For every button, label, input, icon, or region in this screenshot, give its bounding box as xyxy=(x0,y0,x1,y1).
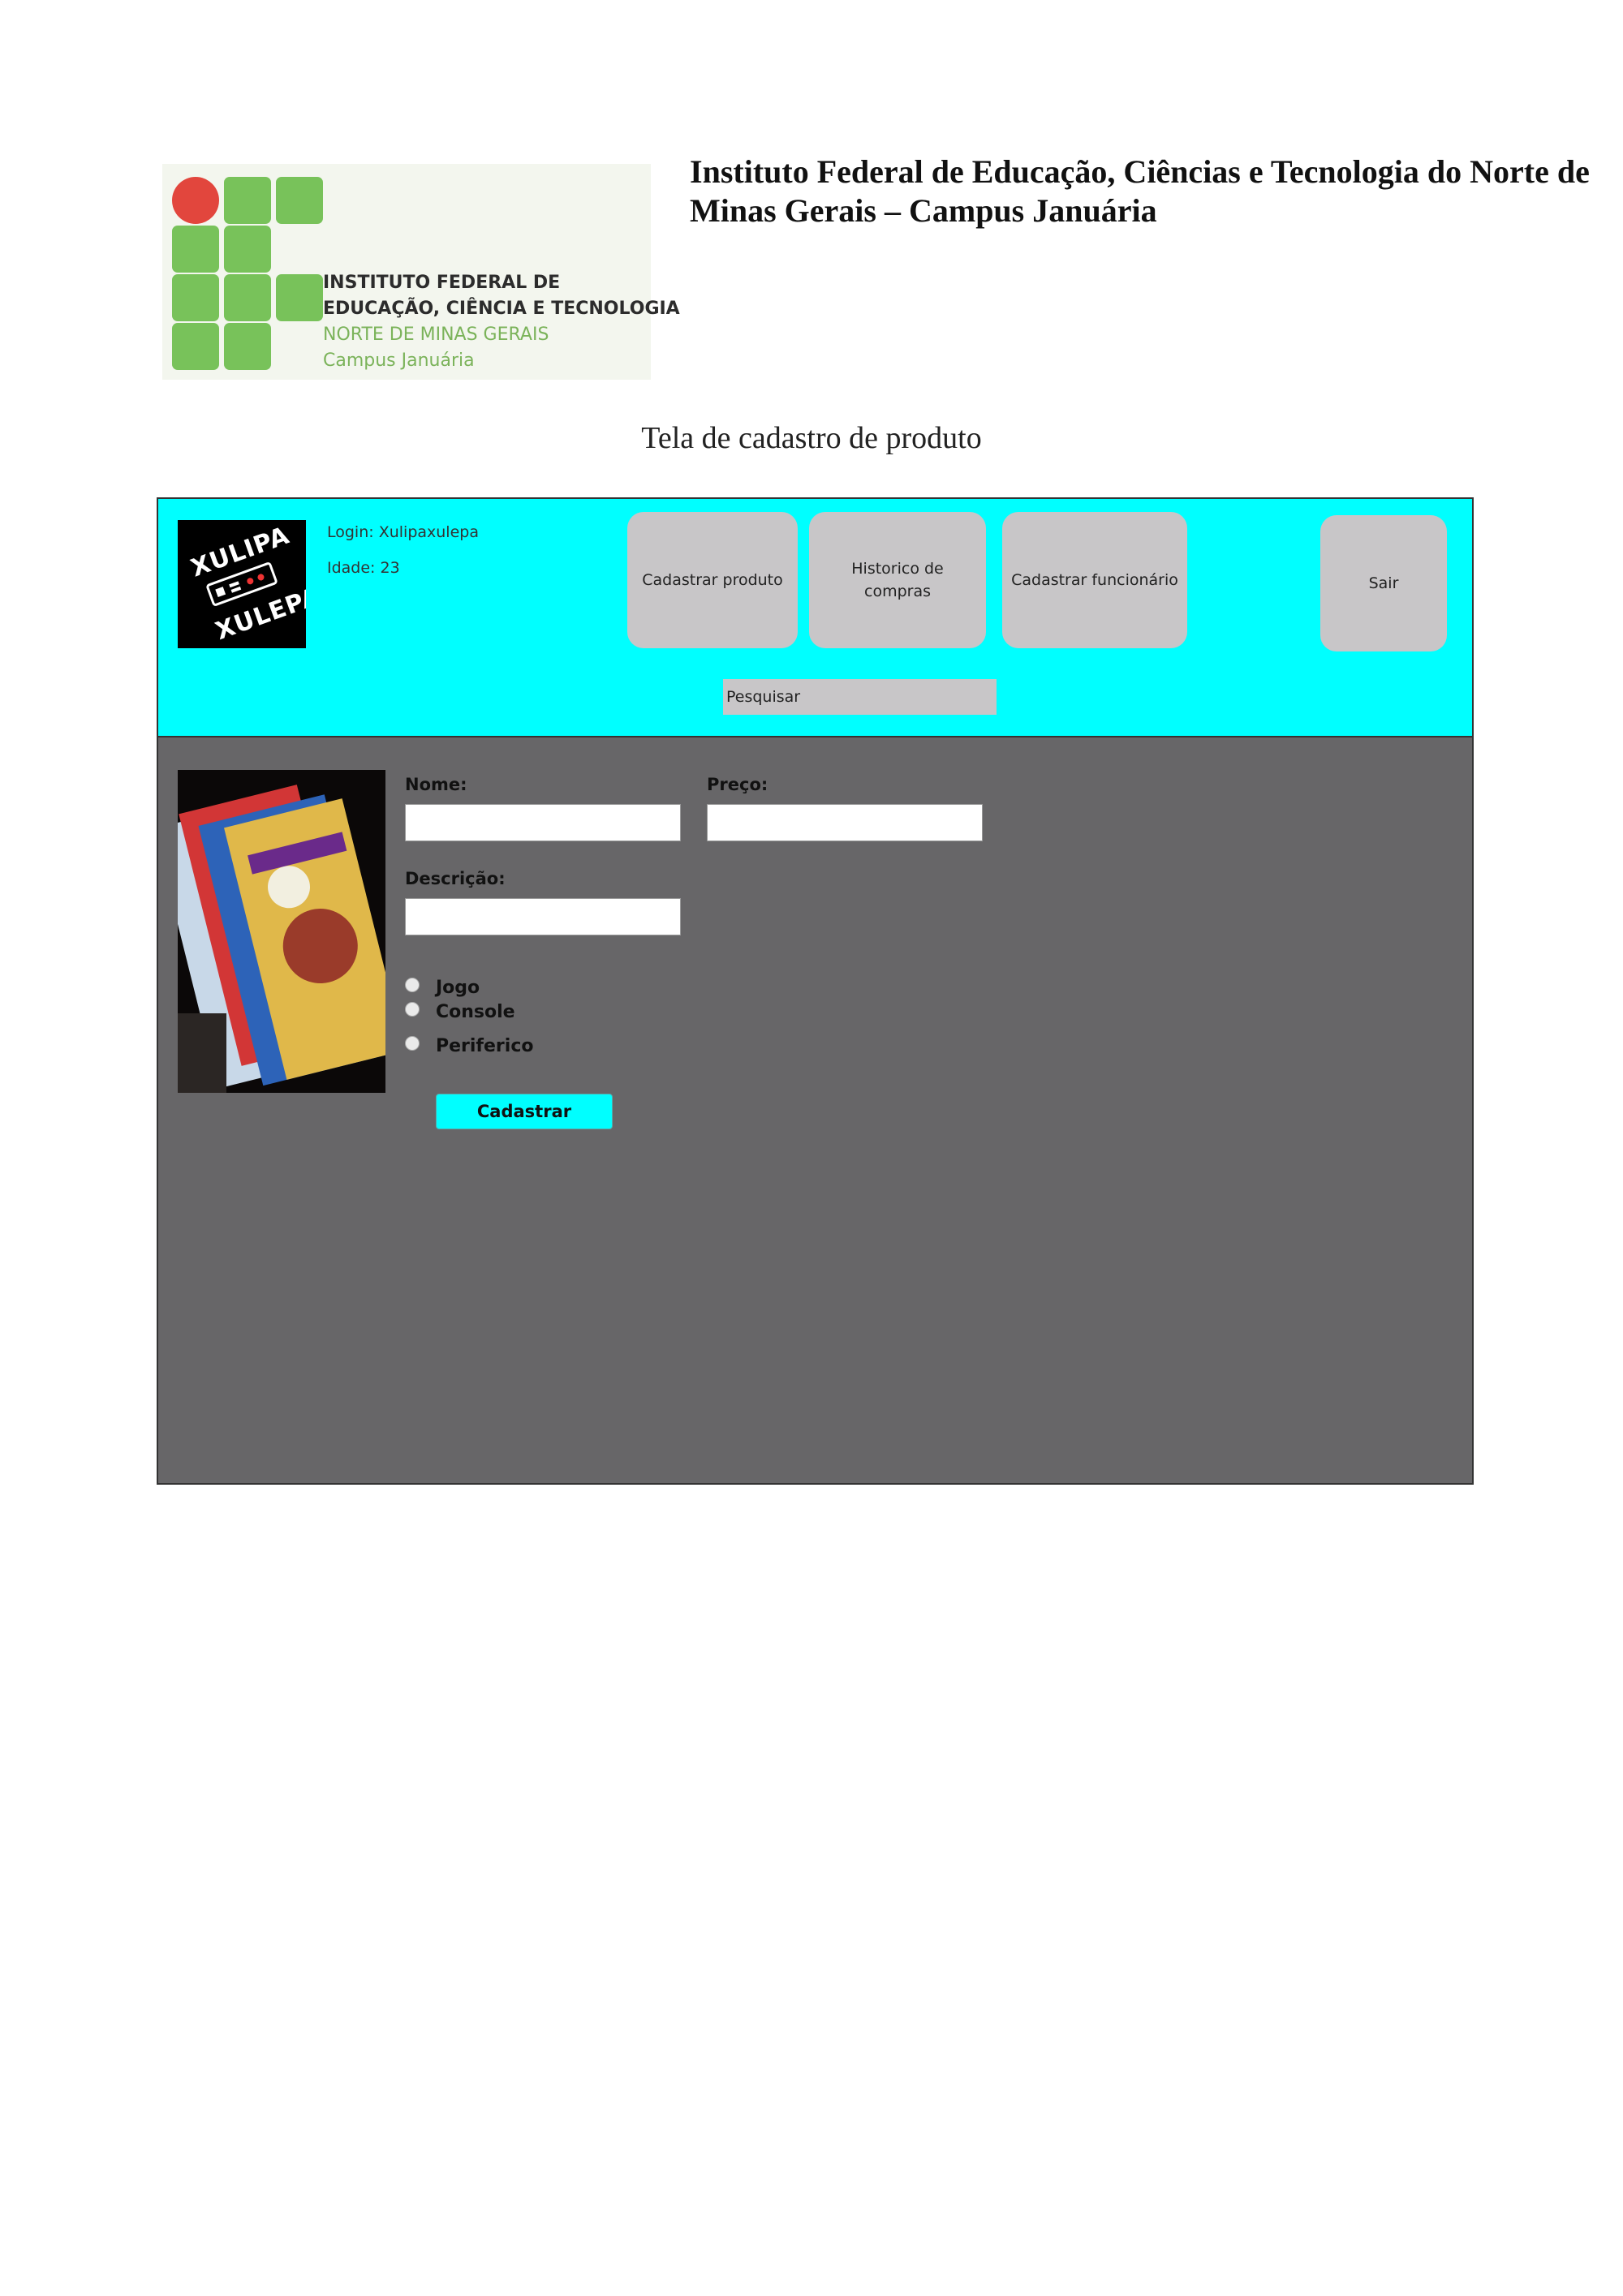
user-age: Idade: 23 xyxy=(327,559,400,577)
price-field[interactable] xyxy=(707,804,983,841)
logout-label: Sair xyxy=(1368,574,1399,592)
register-employee-button[interactable]: Cadastrar funcionário xyxy=(1002,512,1187,648)
logout-button[interactable]: Sair xyxy=(1320,515,1447,651)
app-header: XULIPA XULEPA Login: Xulipaxulepa Idade:… xyxy=(158,499,1472,737)
app-window: XULIPA XULEPA Login: Xulipaxulepa Idade:… xyxy=(157,497,1474,1485)
search-input[interactable] xyxy=(723,679,997,715)
logo-text-line4: Campus Januária xyxy=(323,350,475,371)
submit-label: Cadastrar xyxy=(476,1102,572,1121)
purchase-history-label-line1: Historico de xyxy=(851,560,944,578)
radio-console[interactable] xyxy=(405,1002,420,1017)
institution-logo: INSTITUTO FEDERAL DE EDUCAÇÃO, CIÊNCIA E… xyxy=(162,164,680,380)
logo-text-line2: EDUCAÇÃO, CIÊNCIA E TECNOLOGIA xyxy=(323,299,680,319)
user-login: Login: Xulipaxulepa xyxy=(327,523,479,541)
page-caption: Tela de cadastro de produto xyxy=(641,421,982,455)
institution-title: Instituto Federal de Educação, Ciências … xyxy=(690,153,1590,229)
register-product-label: Cadastrar produto xyxy=(642,571,783,589)
purchase-history-label-line2: compras xyxy=(864,583,931,600)
submit-button[interactable]: Cadastrar xyxy=(436,1094,613,1129)
logo-red-dot xyxy=(172,177,219,224)
brand-logo: XULIPA XULEPA xyxy=(178,520,306,648)
radio-label-periferico: Periferico xyxy=(436,1036,534,1056)
register-product-button[interactable]: Cadastrar produto xyxy=(627,512,798,648)
description-field[interactable] xyxy=(405,898,681,935)
radio-periferico[interactable] xyxy=(405,1036,420,1051)
name-label: Nome: xyxy=(405,775,467,794)
description-label: Descrição: xyxy=(405,869,506,888)
name-field[interactable] xyxy=(405,804,681,841)
logo-text-line3: NORTE DE MINAS GERAIS xyxy=(323,325,549,345)
purchase-history-button[interactable]: Historico de compras xyxy=(809,512,986,648)
radio-label-jogo: Jogo xyxy=(436,978,480,998)
radio-jogo[interactable] xyxy=(405,978,420,992)
product-image xyxy=(178,770,385,1093)
price-label: Preço: xyxy=(707,775,768,794)
register-employee-label: Cadastrar funcionário xyxy=(1011,571,1178,589)
game-box-illustration xyxy=(178,770,385,1093)
radio-label-console: Console xyxy=(436,1002,515,1022)
logo-text-line1: INSTITUTO FEDERAL DE xyxy=(323,273,561,293)
